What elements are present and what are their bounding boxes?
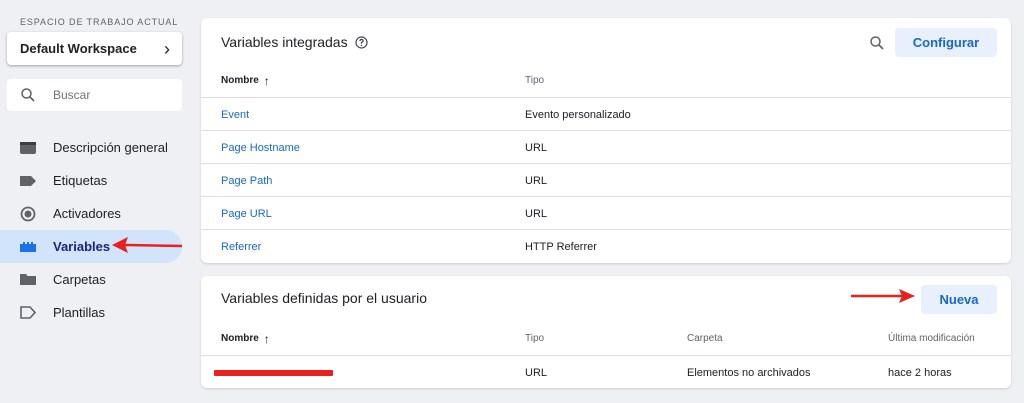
variable-modified: hace 2 horas	[888, 366, 952, 379]
sidebar-item-label: Carpetas	[53, 272, 106, 287]
variable-type: URL	[525, 366, 548, 379]
variable-name-link[interactable]: Event	[221, 98, 249, 131]
sidebar-item-triggers[interactable]: Activadores	[0, 197, 192, 230]
sidebar-item-tags[interactable]: Etiquetas	[0, 164, 192, 197]
annotation-arrow-left	[112, 237, 183, 253]
variable-type: URL	[525, 207, 548, 220]
table-row: Page Path URL	[201, 163, 1011, 196]
sort-arrow-up-icon: ↑	[263, 331, 270, 346]
column-header-folder: Carpeta	[687, 333, 723, 344]
variable-type: HTTP Referrer	[525, 240, 597, 253]
help-icon[interactable]	[355, 35, 368, 49]
sidebar-item-folders[interactable]: Carpetas	[0, 263, 192, 296]
sidebar-item-label: Etiquetas	[53, 173, 108, 188]
column-header-name[interactable]: Nombre ↑	[221, 322, 270, 355]
sidebar-item-label: Variables	[53, 239, 111, 254]
workspace-label: ESPACIO DE TRABAJO ACTUAL	[20, 17, 179, 27]
column-header-type: Tipo	[525, 333, 545, 344]
table-row: Page URL URL	[201, 196, 1011, 229]
overview-icon	[20, 140, 36, 156]
sidebar-item-label: Descripción general	[53, 140, 168, 155]
variable-type: Evento personalizado	[525, 108, 631, 121]
column-header-type: Tipo	[525, 75, 545, 86]
table-row: Page Hostname URL	[201, 130, 1011, 163]
trigger-icon	[20, 206, 36, 222]
sidebar-item-label: Plantillas	[53, 305, 106, 320]
user-variables-card: Variables definidas por el usuario Nueva…	[201, 276, 1011, 388]
search-placeholder: Buscar	[53, 88, 91, 102]
column-header-modified: Última modificación	[888, 333, 975, 344]
builtin-title: Variables integradas	[221, 34, 348, 50]
table-row: Event Evento personalizado	[201, 97, 1011, 130]
chevron-right-icon: ›	[164, 38, 170, 59]
search-icon	[21, 88, 35, 102]
variable-name-link[interactable]: Referrer	[221, 230, 261, 263]
builtin-variables-card: Variables integradas Configurar Nombre ↑…	[201, 18, 1011, 263]
header-label: Nombre	[221, 333, 259, 344]
sidebar-item-templates[interactable]: Plantillas	[0, 296, 192, 329]
user-defined-title: Variables definidas por el usuario	[221, 290, 427, 306]
redacted-variable-name[interactable]	[214, 356, 333, 389]
variable-name-link[interactable]: Page Hostname	[221, 131, 300, 164]
sidebar-item-overview[interactable]: Descripción general	[0, 131, 192, 164]
variable-name-link[interactable]: Page Path	[221, 164, 272, 197]
folder-icon	[20, 272, 36, 288]
sidebar: ESPACIO DE TRABAJO ACTUAL Default Worksp…	[0, 0, 192, 403]
workspace-selector[interactable]: Default Workspace ›	[7, 32, 182, 65]
sidebar-nav: Descripción general Etiquetas Activadore…	[0, 131, 192, 329]
workspace-name: Default Workspace	[20, 41, 137, 56]
variable-type: URL	[525, 141, 548, 154]
template-icon	[20, 305, 36, 321]
redaction-mark	[214, 369, 333, 376]
table-row: Referrer HTTP Referrer	[201, 229, 1011, 262]
sidebar-search[interactable]: Buscar	[7, 79, 182, 111]
variable-folder: Elementos no archivados	[687, 366, 811, 379]
new-variable-button[interactable]: Nueva	[921, 285, 997, 314]
tag-icon	[20, 173, 36, 189]
table-header: Nombre ↑ Tipo	[201, 64, 1011, 97]
annotation-arrow-right	[851, 289, 915, 303]
sort-arrow-up-icon: ↑	[263, 73, 270, 88]
configure-button[interactable]: Configurar	[895, 28, 997, 57]
variable-type: URL	[525, 174, 548, 187]
variable-name-link[interactable]: Page URL	[221, 197, 272, 230]
header-label: Nombre	[221, 75, 259, 86]
search-icon[interactable]	[868, 34, 886, 52]
sidebar-item-label: Activadores	[53, 206, 121, 221]
column-header-name[interactable]: Nombre ↑	[221, 64, 270, 97]
table-header: Nombre ↑ Tipo Carpeta Última modificació…	[201, 322, 1011, 355]
table-row: URL Elementos no archivados hace 2 horas	[201, 355, 1011, 388]
variables-icon	[20, 239, 36, 255]
card-title: Variables integradas	[221, 34, 368, 50]
